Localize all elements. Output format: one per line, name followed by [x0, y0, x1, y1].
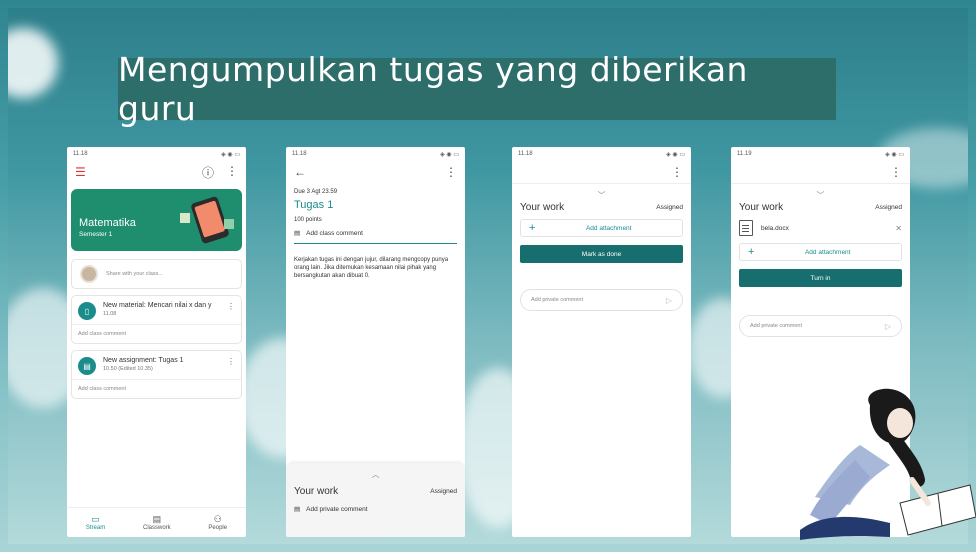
status-time: 11.18 [292, 151, 307, 157]
add-class-comment-button[interactable]: ▤ Add class comment [294, 229, 457, 244]
share-with-class-input[interactable]: Share with your class... [71, 259, 242, 289]
add-attachment-label: Add attachment [585, 224, 632, 232]
chevron-up-icon[interactable]: ︿ [286, 463, 465, 480]
nav-people[interactable]: ⚇ People [208, 514, 227, 531]
add-attachment-button[interactable]: + Add attachment [739, 243, 902, 261]
share-placeholder: Share with your class... [106, 271, 163, 277]
close-icon[interactable]: ✕ [895, 224, 902, 233]
phone-your-work-screen: 11.18 ◈ ◉ ▭ ⋮ ﹀ Your work Assigned + Add… [512, 147, 691, 537]
your-work-title: Your work [739, 202, 784, 213]
send-icon[interactable]: ▷ [885, 322, 891, 331]
your-work-title: Your work [520, 202, 565, 213]
add-attachment-label: Add attachment [804, 248, 851, 256]
phone-assignment-screen: 11.18 ◈ ◉ ▭ ← ⋮ Due 3 Agt 23.59 Tugas 1 … [286, 147, 465, 537]
class-name: Matematika [79, 217, 136, 229]
status-time: 11.19 [737, 151, 752, 157]
more-vert-icon[interactable]: ⋮ [227, 357, 235, 366]
status-bar: 11.18 ◈ ◉ ▭ [286, 147, 465, 161]
private-comment-input[interactable]: Add private comment ▷ [520, 289, 683, 311]
nav-label: Stream [85, 525, 106, 531]
status-icons: ◈ ◉ ▭ [885, 151, 904, 158]
assignment-points: 100 points [294, 217, 322, 223]
decor-square [180, 213, 190, 223]
private-comment-input[interactable]: Add private comment ▷ [739, 315, 902, 337]
top-app-bar: ⋮ [731, 161, 910, 183]
attached-file[interactable]: bela.docx ✕ [739, 219, 902, 237]
your-work-title: Your work [294, 486, 339, 497]
plus-icon: + [529, 222, 536, 234]
post-time: 11.08 [103, 311, 117, 317]
material-icon: ▯ [78, 302, 96, 320]
status-icons: ◈ ◉ ▭ [221, 151, 240, 158]
stream-post[interactable]: ▯ New material: Mencari nilai x dan y 11… [71, 295, 242, 344]
stream-icon: ▭ [91, 514, 100, 524]
stream-post[interactable]: ▤ New assignment: Tugas 1 10.50 (Edited … [71, 350, 242, 399]
status-time: 11.18 [518, 151, 533, 157]
add-attachment-button[interactable]: + Add attachment [520, 219, 683, 237]
nav-stream[interactable]: ▭ Stream [86, 514, 105, 531]
nav-label: People [208, 525, 228, 531]
more-vert-icon[interactable]: ⋮ [445, 165, 457, 179]
slide-title-box: Mengumpulkan tugas yang diberikan guru [118, 50, 836, 128]
status-time: 11.18 [73, 151, 88, 157]
status-icons: ◈ ◉ ▭ [666, 151, 685, 158]
document-icon [739, 220, 753, 236]
status-icons: ◈ ◉ ▭ [440, 151, 459, 158]
assignment-description: Kerjakan tugas ini dengan jujur, dilaran… [294, 257, 449, 279]
private-comment-placeholder: Add private comment [531, 297, 583, 303]
slide-title: Mengumpulkan tugas yang diberikan guru [118, 50, 748, 128]
status-badge: Assigned [656, 204, 683, 211]
add-class-comment-link[interactable]: Add class comment [72, 379, 241, 398]
info-icon[interactable]: ⓘ [202, 164, 214, 181]
girl-reading-illustration [800, 388, 976, 540]
status-badge: Assigned [430, 488, 457, 495]
your-work-sheet[interactable]: ︿ Your work Assigned ▤ Add private comme… [286, 463, 465, 537]
avatar [80, 265, 98, 283]
private-comment-label: Add private comment [306, 505, 368, 513]
plus-icon: + [748, 246, 755, 258]
top-app-bar: ☰ ⓘ ⋮ [67, 161, 246, 183]
file-name: bela.docx [761, 224, 789, 232]
assignment-title: Tugas 1 [294, 199, 334, 211]
nav-classwork[interactable]: ▤ Classwork [143, 514, 171, 531]
turn-in-button[interactable]: Turn in [739, 269, 902, 287]
private-comment-placeholder: Add private comment [750, 323, 802, 329]
people-icon: ⚇ [213, 514, 222, 524]
add-private-comment-button[interactable]: ▤ Add private comment [286, 497, 465, 514]
mark-as-done-button[interactable]: Mark as done [520, 245, 683, 263]
more-vert-icon[interactable]: ⋮ [890, 165, 902, 179]
post-title: New assignment: Tugas 1 [103, 357, 184, 364]
more-vert-icon[interactable]: ⋮ [227, 302, 235, 311]
class-section: Semester 1 [79, 231, 113, 238]
comment-icon: ▤ [294, 230, 301, 237]
status-bar: 11.19 ◈ ◉ ▭ [731, 147, 910, 161]
top-app-bar: ⋮ [512, 161, 691, 183]
nav-label: Classwork [142, 525, 171, 531]
comment-icon: ▤ [294, 506, 301, 513]
cloud-decoration [8, 28, 58, 98]
assignment-icon: ▤ [78, 357, 96, 375]
send-icon[interactable]: ▷ [666, 296, 672, 305]
top-app-bar: ← ⋮ [286, 161, 465, 183]
due-date: Due 3 Agt 23.59 [294, 189, 338, 195]
post-time: 10.50 (Edited 10.35) [103, 366, 153, 372]
class-banner[interactable]: Matematika Semester 1 [71, 189, 242, 251]
status-bar: 11.18 ◈ ◉ ▭ [512, 147, 691, 161]
bottom-navigation: ▭ Stream ▤ Classwork ⚇ People [67, 507, 246, 537]
class-comment-label: Add class comment [306, 229, 363, 237]
classwork-icon: ▤ [152, 514, 162, 524]
menu-icon[interactable]: ☰ [75, 165, 86, 179]
chevron-down-icon[interactable]: ﹀ [512, 184, 691, 202]
status-badge: Assigned [875, 204, 902, 211]
chevron-down-icon[interactable]: ﹀ [731, 184, 910, 202]
decor-square [224, 219, 234, 229]
more-vert-icon[interactable]: ⋮ [671, 165, 683, 179]
back-arrow-icon[interactable]: ← [294, 165, 306, 179]
post-title: New material: Mencari nilai x dan y [103, 302, 212, 309]
status-bar: 11.18 ◈ ◉ ▭ [67, 147, 246, 161]
add-class-comment-link[interactable]: Add class comment [72, 324, 241, 343]
more-vert-icon[interactable]: ⋮ [226, 164, 238, 181]
phone-stream-screen: 11.18 ◈ ◉ ▭ ☰ ⓘ ⋮ Matematika Semester 1 … [67, 147, 246, 537]
